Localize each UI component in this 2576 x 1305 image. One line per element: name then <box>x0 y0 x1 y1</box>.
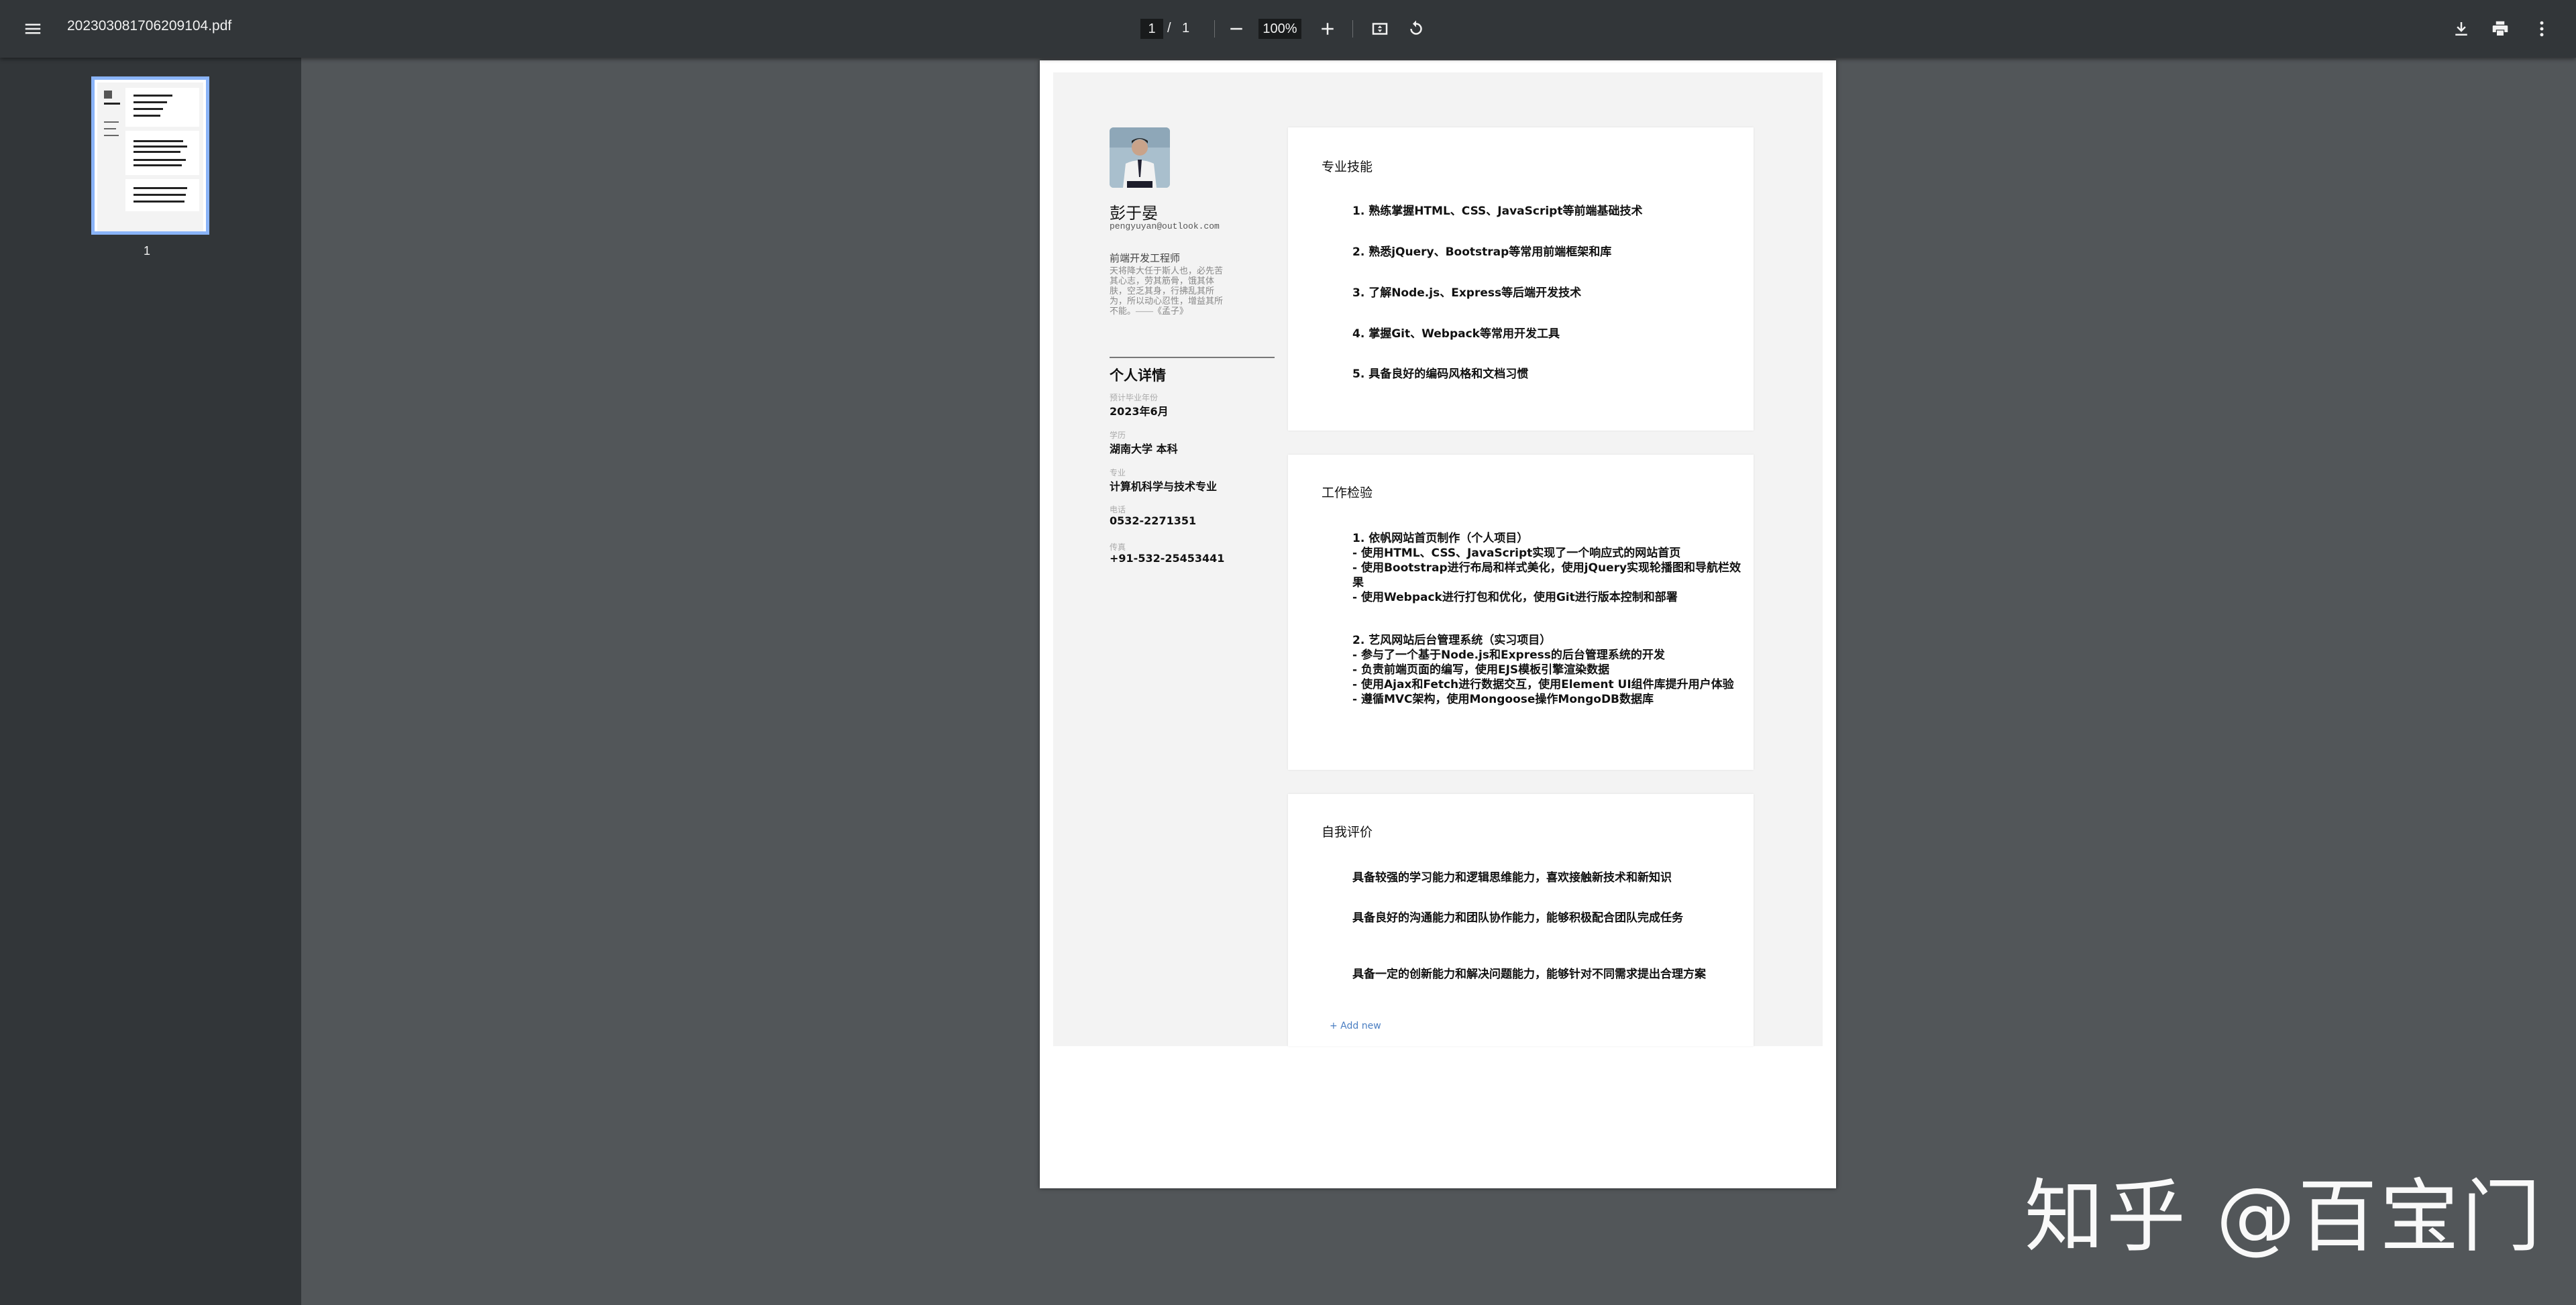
page-number-input[interactable] <box>1140 19 1163 39</box>
skills-card: 专业技能 1. 熟练掌握HTML、CSS、JavaScript等前端基础技术 2… <box>1288 127 1754 431</box>
thumbnail-line <box>133 108 163 110</box>
menu-icon[interactable] <box>16 12 50 46</box>
thumbnail-line <box>104 103 120 105</box>
avatar <box>1110 127 1170 188</box>
thumbnail-line <box>133 151 180 153</box>
toolbar-divider <box>1214 20 1215 38</box>
thumbnail-page-number: 1 <box>144 244 151 258</box>
thumbnail-line <box>133 201 184 203</box>
self-eval-item: 具备较强的学习能力和逻辑思维能力，喜欢接触新技术和新知识 <box>1352 871 1672 885</box>
page-thumbnail[interactable] <box>91 76 209 235</box>
thumbnail-line <box>104 135 119 136</box>
experience-item: 2. 艺风网站后台管理系统（实习项目） - 参与了一个基于Node.js和Exp… <box>1352 634 1734 706</box>
detail-value: 湖南大学 本科 <box>1110 443 1178 455</box>
divider <box>1110 357 1275 358</box>
document-title: 202303081706209104.pdf <box>67 18 232 34</box>
experience-item: 1. 依帆网站首页制作（个人项目） - 使用HTML、CSS、JavaScrip… <box>1352 532 1741 604</box>
zoom-in-icon[interactable] <box>1311 12 1344 46</box>
zoom-out-icon[interactable] <box>1220 12 1253 46</box>
self-evaluation-card: 自我评价 具备较强的学习能力和逻辑思维能力，喜欢接触新技术和新知识 具备良好的沟… <box>1288 794 1754 1046</box>
detail-label: 专业 <box>1110 468 1126 477</box>
zoom-level-input[interactable] <box>1258 19 1301 39</box>
thumbnail-line <box>133 159 186 161</box>
skill-item: 3. 了解Node.js、Express等后端开发技术 <box>1352 286 1582 300</box>
thumbnail-line <box>133 146 187 148</box>
section-title: 工作检验 <box>1322 486 1373 500</box>
detail-value: 0532-2271351 <box>1110 514 1197 527</box>
pdf-toolbar: 202303081706209104.pdf / 1 <box>0 0 2576 58</box>
thumbnail-line <box>133 164 182 166</box>
page-total: 1 <box>1182 21 1190 36</box>
pdf-page: 彭于晏 pengyuyan@outlook.com 前端开发工程师 天将降大任于… <box>1040 60 1836 1188</box>
thumbnail-line <box>133 101 167 103</box>
detail-label: 预计毕业年份 <box>1110 393 1159 402</box>
thumbnail-card <box>125 88 199 127</box>
resume-name: 彭于晏 <box>1110 204 1158 223</box>
thumbnail-line <box>133 115 160 117</box>
resume-background: 彭于晏 pengyuyan@outlook.com 前端开发工程师 天将降大任于… <box>1053 72 1823 1046</box>
fit-page-icon[interactable] <box>1363 12 1397 46</box>
thumbnail-line <box>133 187 187 189</box>
thumbnail-line <box>104 121 119 123</box>
detail-label: 电话 <box>1110 505 1126 514</box>
self-eval-item: 具备一定的创新能力和解决问题能力，能够针对不同需求提出合理方案 <box>1352 968 1706 981</box>
section-title: 自我评价 <box>1322 825 1373 840</box>
resume-email: pengyuyan@outlook.com <box>1110 221 1220 231</box>
thumbnail-avatar <box>104 91 112 99</box>
detail-label: 学历 <box>1110 431 1126 440</box>
print-icon[interactable] <box>2483 12 2517 46</box>
rotate-icon[interactable] <box>1399 12 1433 46</box>
skill-item: 4. 掌握Git、Webpack等常用开发工具 <box>1352 327 1560 341</box>
zhihu-watermark: 知乎 @百宝门 <box>2025 1170 2544 1263</box>
page-separator: / <box>1167 21 1171 36</box>
resume-quote: 天将降大任于斯人也，必先苦其心志，劳其筋骨，饿其体肤，空乏其身，行拂乱其所为，所… <box>1110 266 1224 316</box>
section-title: 专业技能 <box>1322 160 1373 174</box>
more-vert-icon[interactable] <box>2525 12 2559 46</box>
details-title: 个人详情 <box>1110 367 1166 384</box>
thumbnail-line <box>133 140 183 142</box>
thumbnail-card <box>125 131 199 175</box>
toolbar-divider <box>1352 20 1353 38</box>
skill-item: 5. 具备良好的编码风格和文档习惯 <box>1352 367 1529 381</box>
detail-value: 计算机科学与技术专业 <box>1110 480 1218 493</box>
experience-card: 工作检验 1. 依帆网站首页制作（个人项目） - 使用HTML、CSS、Java… <box>1288 455 1754 770</box>
thumbnail-line <box>104 128 116 129</box>
add-new-link[interactable]: + Add new <box>1330 1021 1381 1031</box>
resume-role: 前端开发工程师 <box>1110 253 1181 264</box>
detail-label: 传真 <box>1110 543 1126 552</box>
detail-value: +91-532-25453441 <box>1110 552 1225 565</box>
thumbnail-line <box>133 95 172 97</box>
download-icon[interactable] <box>2445 12 2478 46</box>
thumbnail-line <box>133 194 186 196</box>
self-eval-item: 具备良好的沟通能力和团队协作能力，能够积极配合团队完成任务 <box>1352 911 1683 925</box>
skill-item: 2. 熟悉jQuery、Bootstrap等常用前端框架和库 <box>1352 245 1612 259</box>
thumbnail-sidebar: 1 <box>0 58 301 1305</box>
detail-value: 2023年6月 <box>1110 405 1169 418</box>
skill-item: 1. 熟练掌握HTML、CSS、JavaScript等前端基础技术 <box>1352 205 1643 218</box>
